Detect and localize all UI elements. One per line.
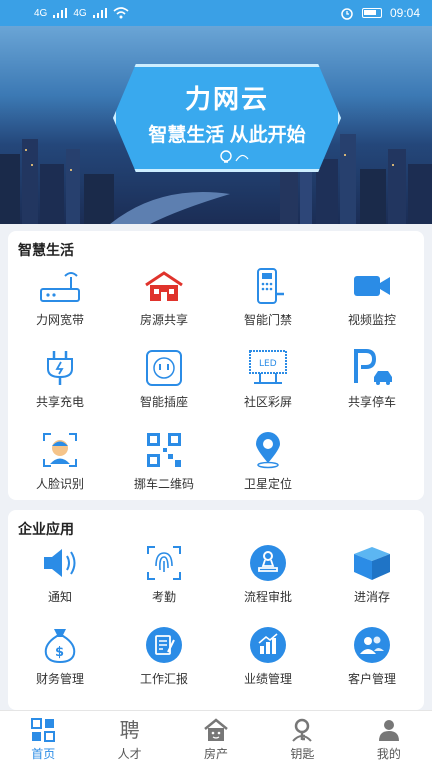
tile-customer[interactable]: 客户管理	[320, 626, 424, 690]
tile-video-surveillance[interactable]: 视频监控	[320, 267, 424, 331]
tile-notice[interactable]: 通知	[8, 544, 112, 608]
led-screen-icon: LED	[249, 350, 287, 384]
socket-icon	[146, 350, 182, 386]
tile-work-report[interactable]: 工作汇报	[112, 626, 216, 690]
tile-label: 进消存	[353, 590, 390, 604]
location-pin-icon	[256, 432, 280, 469]
tile-label: 人脸识别	[35, 477, 84, 491]
tile-smart-socket[interactable]: 智能插座	[112, 349, 216, 413]
svg-text:LED: LED	[259, 359, 277, 369]
chart-icon	[250, 627, 286, 663]
house-icon	[145, 271, 183, 301]
hero-banner[interactable]: 力网云 智慧生活 从此开始	[0, 26, 432, 224]
tab-label: 人才	[117, 746, 142, 761]
section-title: 企业应用	[18, 521, 74, 537]
tab-label: 房产	[204, 746, 229, 761]
smart-life-section: 智慧生活 力网宽带 房源共享 智能门禁 视频监控 共享充电 智能插座 LED 社…	[8, 231, 424, 500]
recruit-icon: 聘	[119, 717, 140, 742]
tile-housing[interactable]: 房源共享	[112, 267, 216, 331]
tile-move-car-qr[interactable]: 挪车二维码	[112, 431, 216, 495]
enterprise-section: 企业应用 通知 考勤 流程审批 进消存 $ 财务管理 工作汇报 业绩管理 客户管…	[8, 510, 424, 710]
tile-label: 业绩管理	[243, 672, 292, 686]
tab-profile[interactable]: 我的	[346, 711, 432, 768]
banner-brand: 力网云	[184, 84, 269, 114]
tile-face-recognition[interactable]: 人脸识别	[8, 431, 112, 495]
tab-label: 钥匙	[290, 746, 315, 761]
tile-label: 共享停车	[347, 395, 396, 409]
box-icon	[354, 547, 390, 580]
svg-text:$: $	[55, 645, 64, 660]
signal-indicators: 4G 4G	[34, 7, 129, 19]
tile-shared-charging[interactable]: 共享充电	[8, 349, 112, 413]
tab-label: 首页	[31, 746, 56, 761]
banner-sign: 力网云 智慧生活 从此开始	[113, 64, 341, 172]
tile-attendance[interactable]: 考勤	[112, 544, 216, 608]
signal-1-label: 4G	[34, 7, 48, 19]
stamp-icon	[250, 545, 286, 581]
section-title: 智慧生活	[18, 242, 74, 258]
tile-broadband[interactable]: 力网宽带	[8, 267, 112, 331]
charger-plug-icon	[47, 351, 73, 385]
status-bar: 4G 4G 09:04	[0, 0, 432, 26]
tile-label: 流程审批	[243, 590, 292, 604]
parking-icon	[354, 349, 392, 385]
tab-talent[interactable]: 聘 人才	[86, 711, 172, 768]
tile-label: 通知	[47, 590, 72, 604]
tab-label: 我的	[376, 746, 401, 761]
tile-label: 财务管理	[35, 672, 84, 686]
tile-label: 力网宽带	[35, 313, 84, 327]
tile-label: 视频监控	[347, 313, 396, 327]
qr-code-icon	[147, 433, 181, 467]
signal-icon	[92, 8, 107, 18]
tile-satellite-positioning[interactable]: 卫星定位	[216, 431, 320, 495]
property-icon	[204, 717, 228, 741]
bottom-tab-bar: 首页 聘 人才 房产 钥匙 我的	[0, 710, 432, 768]
tile-label: 工作汇报	[139, 672, 188, 686]
key-icon	[292, 718, 313, 742]
alarm-icon	[341, 8, 353, 20]
tile-shared-parking[interactable]: 共享停车	[320, 349, 424, 413]
tile-label: 智能插座	[139, 395, 188, 409]
router-icon	[40, 272, 80, 302]
tile-door-access[interactable]: 智能门禁	[216, 267, 320, 331]
wifi-icon	[113, 7, 129, 19]
report-icon	[146, 627, 182, 663]
tab-home[interactable]: 首页	[0, 711, 86, 768]
tile-label: 社区彩屏	[243, 395, 292, 409]
signal-icon	[53, 8, 68, 18]
home-icon	[31, 717, 56, 742]
tile-label: 共享充电	[35, 395, 84, 409]
speaker-icon	[44, 549, 76, 577]
clock: 09:04	[389, 6, 420, 20]
banner-slogan: 智慧生活 从此开始	[148, 125, 306, 146]
tile-label: 智能门禁	[243, 313, 292, 327]
tab-property[interactable]: 房产	[173, 711, 259, 768]
tile-inventory[interactable]: 进消存	[320, 544, 424, 608]
tab-keys[interactable]: 钥匙	[259, 711, 345, 768]
tile-label: 卫星定位	[243, 477, 292, 491]
face-scan-icon	[43, 433, 77, 467]
profile-icon	[378, 719, 399, 741]
fingerprint-icon	[147, 546, 181, 580]
money-bag-icon: $	[44, 629, 76, 664]
camera-icon	[354, 276, 390, 296]
tile-label: 客户管理	[347, 672, 396, 686]
tile-label: 考勤	[151, 590, 176, 604]
signal-2-label: 4G	[73, 7, 87, 19]
battery-icon	[361, 8, 382, 18]
tile-finance[interactable]: $ 财务管理	[8, 626, 112, 690]
lightbulb-icon	[220, 150, 249, 163]
tile-process-approval[interactable]: 流程审批	[216, 544, 320, 608]
customers-icon	[354, 627, 390, 663]
tile-community-screen[interactable]: LED 社区彩屏	[216, 349, 320, 413]
door-lock-icon	[257, 268, 284, 304]
tile-label: 房源共享	[139, 313, 188, 327]
tile-label: 挪车二维码	[133, 477, 194, 491]
tile-performance[interactable]: 业绩管理	[216, 626, 320, 690]
